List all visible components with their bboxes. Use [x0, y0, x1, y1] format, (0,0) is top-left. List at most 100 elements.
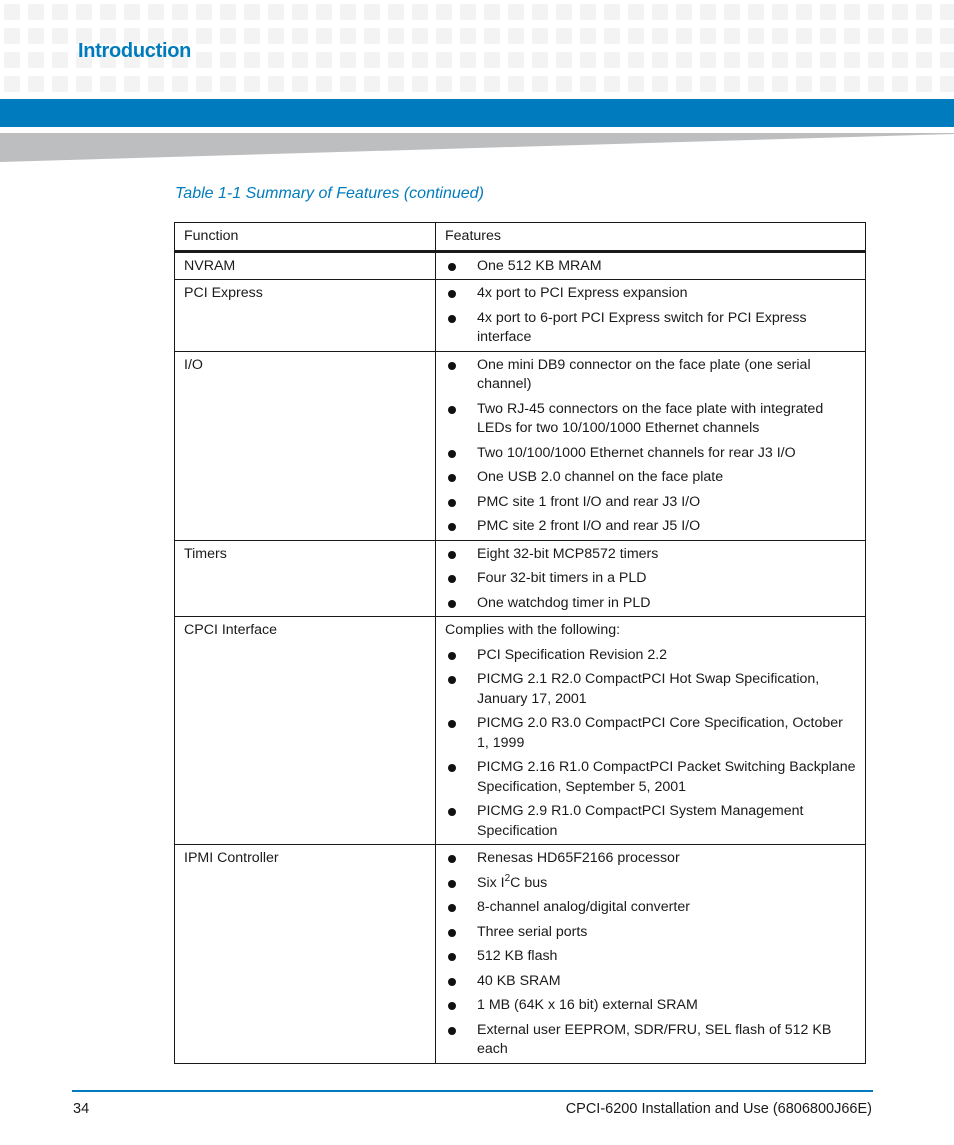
feature-text: 4x port to PCI Express expansion — [477, 285, 688, 301]
feature-item: 512 KB flash — [445, 947, 856, 967]
section-title: Introduction — [78, 40, 192, 62]
feature-text: One watchdog timer in PLD — [477, 594, 651, 611]
feature-text: PICMG 2.0 R3.0 CompactPCI Core Specifica… — [477, 715, 843, 751]
table-caption: Table 1-1 Summary of Features (continued… — [175, 185, 484, 202]
function-cell: IPMI Controller — [174, 844, 436, 1064]
bullet-icon — [448, 361, 456, 370]
bullet-icon — [448, 262, 456, 271]
feature-text: PICMG 2.16 R1.0 CompactPCI Packet Switch… — [477, 759, 856, 795]
table-header-row: Function Features — [174, 222, 866, 253]
feature-item: 1 MB (64K x 16 bit) external SRAM — [445, 996, 856, 1016]
feature-item: Renesas HD65F2166 processor — [445, 849, 856, 869]
feature-item: PICMG 2.0 R3.0 CompactPCI Core Specifica… — [445, 714, 856, 753]
feature-item: PMC site 1 front I/O and rear J3 I/O — [445, 493, 856, 513]
feature-text: One USB 2.0 channel on the face plate — [477, 469, 724, 485]
bullet-icon — [448, 599, 456, 608]
feature-text: 4x port to 6-port PCI Express switch for… — [477, 309, 807, 346]
bullet-icon — [448, 314, 456, 323]
feature-item: 4x port to 6-port PCI Express switch for… — [445, 309, 856, 348]
feature-text: One mini DB9 connector on the face plate… — [477, 356, 811, 393]
feature-item: External user EEPROM, SDR/FRU, SEL flash… — [445, 1021, 856, 1060]
feature-item: Four 32-bit timers in a PLD — [445, 569, 856, 589]
superscript: 2 — [504, 872, 511, 884]
function-cell: PCI Express — [174, 279, 436, 352]
table-row: NVRAM One 512 KB MRAM — [174, 250, 866, 280]
features-cell: One mini DB9 connector on the face plate… — [435, 350, 866, 541]
feature-item: Eight 32-bit MCP8572 timers — [445, 545, 856, 565]
feature-text: External user EEPROM, SDR/FRU, SEL flash… — [477, 1021, 832, 1058]
function-cell: NVRAM — [174, 250, 436, 280]
feature-list: Eight 32-bit MCP8572 timers Four 32-bit t… — [445, 545, 856, 614]
feature-item: Six I2C bus — [445, 872, 856, 894]
column-header-features: Features — [435, 222, 866, 253]
bullet-icon — [448, 405, 456, 414]
features-cell: Complies with the following: PCI Specific… — [435, 616, 866, 845]
feature-text: Three serial ports — [477, 923, 588, 940]
feature-text: Renesas HD65F2166 processor — [477, 850, 680, 866]
features-cell: Eight 32-bit MCP8572 timers Four 32-bit t… — [435, 539, 866, 617]
features-cell: Renesas HD65F2166 processor Six I2C bus 8-… — [435, 844, 866, 1064]
table-row: IPMI Controller Renesas HD65F2166 process… — [174, 844, 866, 1064]
bullet-icon — [448, 474, 456, 482]
bullet-icon — [448, 651, 456, 660]
bullet-icon — [448, 290, 456, 298]
feature-item: One mini DB9 connector on the face plate… — [445, 356, 856, 395]
table-row: PCI Express 4x port to PCI Express expans… — [174, 279, 866, 352]
features-cell: One 512 KB MRAM — [435, 250, 866, 280]
bullet-icon — [448, 523, 456, 531]
feature-text: Two RJ-45 connectors on the face plate w… — [477, 400, 824, 437]
feature-text: Eight 32-bit MCP8572 timers — [477, 545, 659, 562]
document-title: CPCI-6200 Installation and Use (6806800J… — [565, 1101, 872, 1117]
feature-item: Three serial ports — [445, 923, 856, 943]
bullet-icon — [448, 904, 456, 912]
function-cell: CPCI Interface — [174, 616, 436, 845]
feature-item: 8-channel analog/digital converter — [445, 898, 856, 918]
feature-item: One watchdog timer in PLD — [445, 594, 856, 614]
bullet-icon — [448, 953, 456, 961]
feature-text: PICMG 2.1 R2.0 CompactPCI Hot Swap Speci… — [477, 671, 820, 707]
table-body: NVRAM One 512 KB MRAM PCI Express 4x port t… — [174, 250, 866, 1064]
feature-item: One USB 2.0 channel on the face plate — [445, 468, 856, 488]
page-number: 34 — [73, 1101, 90, 1117]
feature-text: PICMG 2.9 R1.0 CompactPCI System Managem… — [477, 803, 804, 839]
header-blue-band — [0, 99, 954, 127]
bullet-icon — [448, 855, 456, 863]
header-gray-wedge — [0, 133, 954, 162]
bullet-icon — [448, 676, 456, 684]
feature-text: 40 KB SRAM — [477, 972, 561, 989]
feature-item: PMC site 2 front I/O and rear J5 I/O — [445, 517, 856, 537]
feature-item: 40 KB SRAM — [445, 972, 856, 992]
feature-text: 1 MB (64K x 16 bit) external SRAM — [477, 997, 698, 1013]
bullet-icon — [448, 928, 456, 937]
column-header-function: Function — [174, 222, 436, 253]
feature-text: Six I2C bus — [477, 872, 548, 891]
feature-text: PMC site 2 front I/O and rear J5 I/O — [477, 518, 701, 534]
bullet-icon — [448, 879, 456, 888]
feature-text: PCI Specification Revision 2.2 — [477, 646, 668, 663]
feature-item: PICMG 2.9 R1.0 CompactPCI System Managem… — [445, 802, 856, 841]
feature-item: Two 10/100/1000 Ethernet channels for re… — [445, 444, 856, 464]
feature-list: One 512 KB MRAM — [445, 257, 856, 277]
feature-text: 8-channel analog/digital converter — [477, 899, 690, 915]
feature-text: Four 32-bit timers in a PLD — [477, 570, 647, 586]
features-table: Function Features NVRAM One 512 KB MRAM PC… — [174, 222, 866, 1064]
feature-item: PICMG 2.16 R1.0 CompactPCI Packet Switch… — [445, 758, 856, 797]
features-intro: Complies with the following: — [445, 622, 621, 638]
feature-text: One 512 KB MRAM — [477, 257, 602, 274]
bullet-icon — [448, 449, 456, 458]
feature-list: 4x port to PCI Express expansion 4x port … — [445, 284, 856, 348]
bullet-icon — [448, 764, 456, 772]
feature-item: PICMG 2.1 R2.0 CompactPCI Hot Swap Speci… — [445, 670, 856, 709]
table-row: I/O One mini DB9 connector on the face pl… — [174, 350, 866, 541]
bullet-icon — [448, 550, 456, 559]
feature-list: One mini DB9 connector on the face plate… — [445, 356, 856, 537]
table-row: Timers Eight 32-bit MCP8572 timers Four 32… — [174, 539, 866, 617]
feature-item: One 512 KB MRAM — [445, 257, 856, 277]
feature-text: Two 10/100/1000 Ethernet channels for re… — [477, 444, 796, 461]
bullet-icon — [448, 720, 456, 728]
bullet-icon — [448, 575, 456, 583]
feature-list: PCI Specification Revision 2.2 PICMG 2.1 … — [445, 646, 856, 842]
bullet-icon — [448, 977, 456, 986]
feature-item: Two RJ-45 connectors on the face plate w… — [445, 400, 856, 439]
function-cell: I/O — [174, 350, 436, 541]
